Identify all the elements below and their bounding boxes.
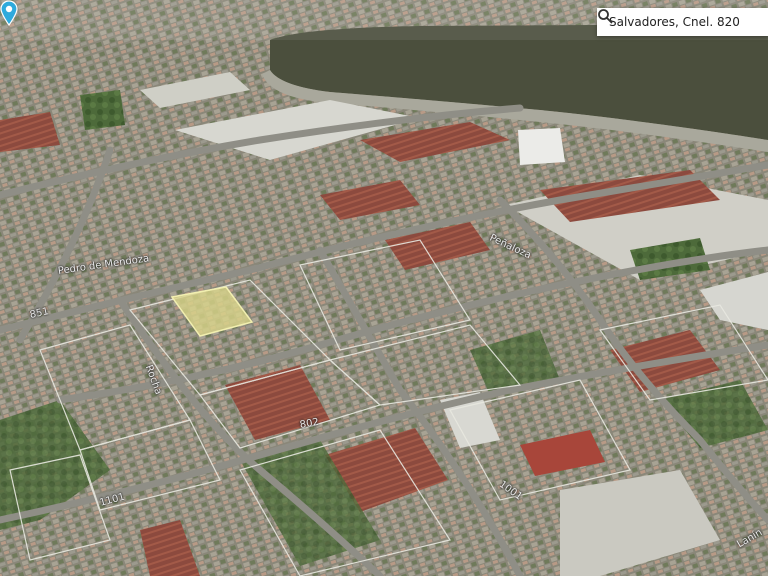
search-query-text[interactable]: Salvadores, Cnel. 820	[609, 15, 740, 29]
location-pin-icon[interactable]	[0, 0, 18, 26]
search-box[interactable]: Salvadores, Cnel. 820	[597, 8, 768, 36]
green-area	[80, 90, 125, 130]
search-icon	[598, 9, 613, 24]
satellite-3d-map[interactable]: Pedro de Mendoza Rocha Peñaloza Lanín 80…	[0, 0, 768, 576]
warehouse-roof	[518, 128, 565, 165]
map-imagery	[0, 0, 768, 576]
